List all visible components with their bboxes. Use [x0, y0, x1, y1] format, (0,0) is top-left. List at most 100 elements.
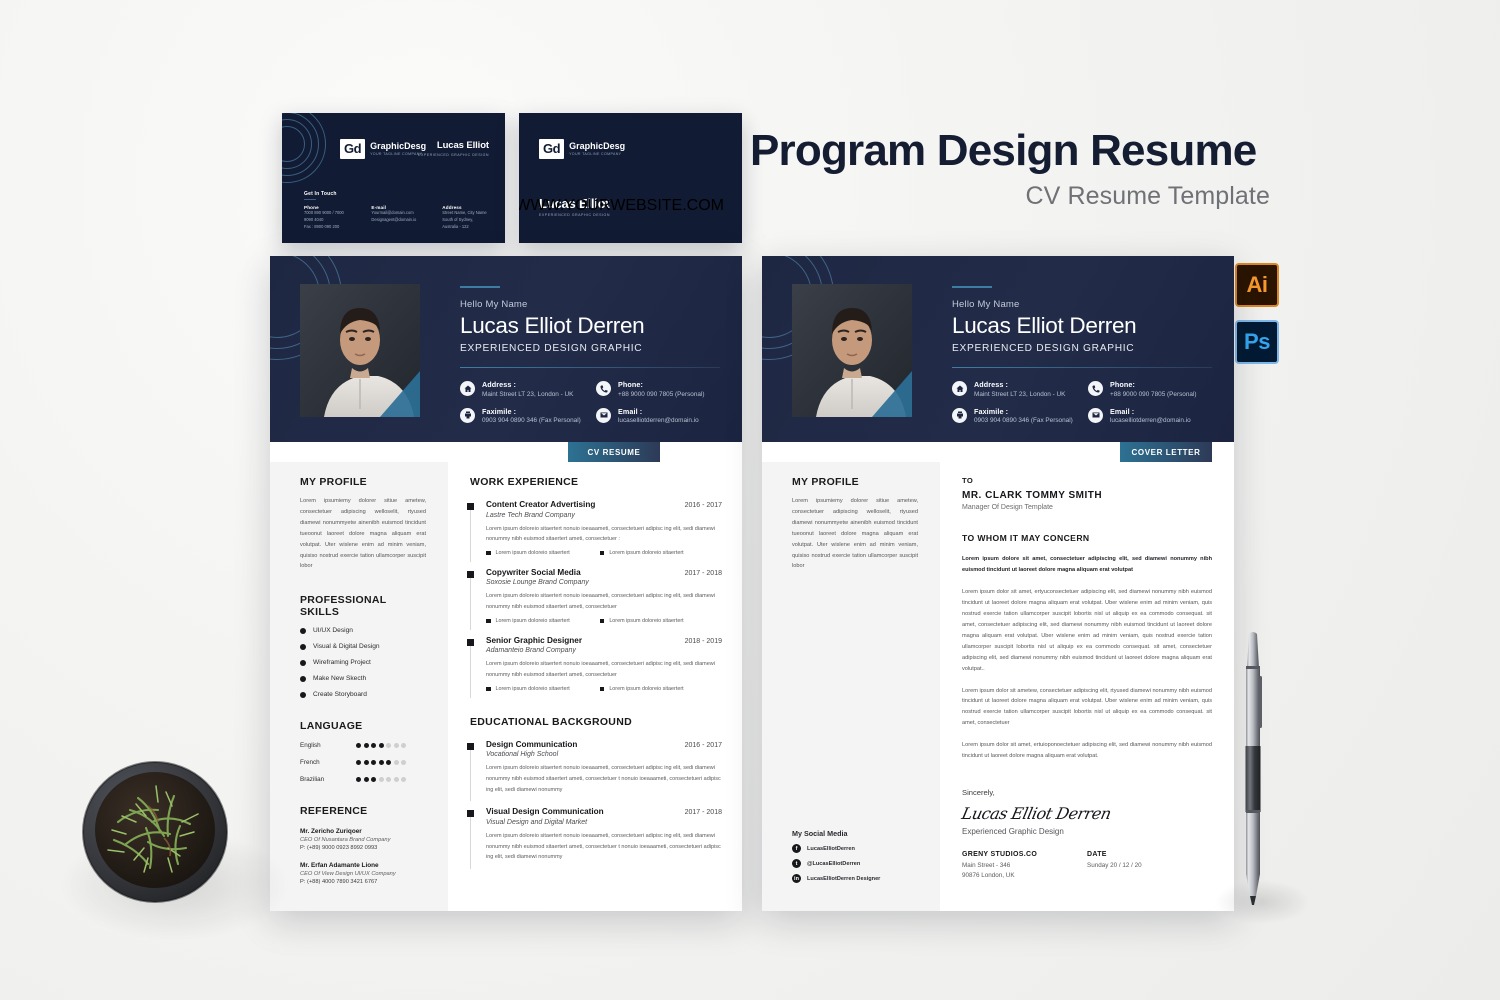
card-back-person: Lucas Elliot EXPERIENCED GRAPHIC DESIGN: [418, 140, 489, 157]
skill-item: Make New Skecth: [300, 675, 426, 682]
entry-bullet: Lorem ipsum doloreio sitaertert: [486, 686, 570, 692]
footer-company: GRENY STUDIOS.CO Main Street - 346 90876…: [962, 851, 1087, 879]
section-heading-profile: MY PROFILE: [300, 476, 367, 488]
salutation: TO WHOM IT MAY CONCERN: [962, 533, 1090, 543]
social-item[interactable]: t @LucasElliotDerren: [792, 859, 880, 868]
business-card-back: Gd GraphicDesg YOUR TAGLINE COMPANY Luca…: [282, 113, 505, 243]
contact-line: Yourmail@domain.com: [371, 210, 414, 215]
language-pip: [401, 777, 406, 783]
page-title: Program Design Resume: [750, 126, 1257, 175]
divider: [460, 367, 720, 368]
card-contact-block: Get In Touch Phone 7000 890 9000 / 7000 …: [304, 191, 489, 230]
language-row: English: [300, 742, 426, 749]
divider: [952, 286, 992, 288]
card-logo: Gd GraphicDesg YOUR TAGLINE COMPANY: [539, 139, 625, 159]
potted-plant: [78, 752, 233, 907]
contact-label: Email :: [1110, 406, 1135, 416]
social-media-block: My Social Media f LucasElliotDerren t @L…: [792, 829, 880, 883]
home-icon: [460, 381, 475, 396]
reference-company: CEO Of View Design UI/UX Company: [300, 871, 396, 878]
date-label: DATE: [1087, 851, 1107, 858]
bullet-dot-icon: [300, 675, 306, 682]
contact-line: 7000 890 9000 / 7000 9090 4040: [304, 210, 344, 222]
linkedin-icon: in: [792, 874, 801, 883]
page-subtitle: CV Resume Template: [1025, 182, 1270, 211]
cover-letter-main-column: TO MR. CLARK TOMMY SMITH Manager Of Desi…: [940, 462, 1234, 911]
social-item[interactable]: in LucasElliotDerren Designer: [792, 874, 880, 883]
reference-phone: P: (+88) 4000 7890 3421 6767: [300, 879, 378, 886]
language-pip: [371, 743, 376, 749]
recipient-role: Manager Of Design Template: [962, 504, 1053, 511]
language-pip: [386, 743, 391, 749]
education-entry: Design Communication 2016 - 2017 Vocatio…: [466, 740, 722, 802]
contact-item-phone: Phone: +88 9000 090 7805 (Personal): [1088, 380, 1212, 398]
bullet-text: Lorem ipsum doloreio sitaertert: [495, 549, 570, 556]
person-role: EXPERIENCED DESIGN GRAPHIC: [952, 343, 1135, 354]
language-pip: [363, 777, 369, 783]
card-logo: Gd GraphicDesg YOUR TAGLINE COMPANY: [340, 139, 426, 159]
entry-text: Lorem ipsum doloreio sitaertert nonuio i…: [486, 832, 721, 861]
page-title-block: Program Design Resume CV Resume Template: [750, 126, 1270, 211]
greeting-label: Hello My Name: [460, 299, 528, 310]
skill-item: Wireframing Project: [300, 659, 426, 666]
recipient-name: MR. CLARK TOMMY SMITH: [962, 490, 1103, 501]
illustrator-badge: Ai: [1235, 263, 1279, 307]
bullet-dot-icon: [300, 659, 306, 666]
divider: [952, 367, 1212, 368]
contact-label: Email :: [618, 406, 643, 416]
bullet-square-icon: [599, 686, 605, 692]
card-person-name: Lucas Elliot: [436, 140, 489, 151]
contact-label: Faximile :: [482, 406, 517, 416]
reference-phone: P: (+89) 9000 0923 8992 0993: [300, 845, 378, 852]
language-label: Brazilian: [300, 776, 325, 784]
social-handle: LucasElliotDerren Designer: [807, 875, 881, 882]
bullet-dot-icon: [300, 643, 306, 650]
skill-label: Wireframing Project: [313, 659, 371, 667]
contact-value: 0903 904 0890 346 (Fax Personal): [974, 417, 1073, 424]
bullet-dot-icon: [300, 627, 306, 634]
section-heading-work: WORK EXPERIENCE: [470, 476, 579, 488]
date-value: Sunday 20 / 12 / 20: [1087, 861, 1142, 869]
cover-letter-body: MY PROFILE Lorem ipsumiemy dolorer sitiu…: [762, 462, 1234, 911]
language-pip: [371, 777, 376, 783]
language-pip: [386, 777, 391, 783]
card-contact-column: E-mail Yourmail@domain.com Designagent@d…: [371, 205, 416, 230]
cv-sidebar: MY PROFILE Lorem ipsumiemy dolorer sitiu…: [270, 462, 448, 911]
contact-item-email: Email : lucaselliotderren@domain.io: [1088, 406, 1212, 424]
section-heading-education: EDUCATIONAL BACKGROUND: [470, 715, 632, 728]
letter-paragraph: Lorem ipsum dolore sit amet, consectetue…: [962, 556, 1212, 573]
entry-date: 2016 - 2017: [684, 741, 722, 749]
app-format-badges: Ai Ps: [1235, 263, 1279, 377]
contact-line: South of Sydney, Australia - 122: [442, 216, 474, 229]
entry-title: Senior Graphic Designer: [486, 635, 583, 645]
language-level-pips: [356, 743, 406, 749]
contact-item-email: Email : lucaselliotderren@domain.io: [596, 406, 720, 424]
card-contact-column: Address Street Name, City Name South of …: [442, 205, 489, 230]
contact-line: Designagent@domain.io: [371, 216, 417, 222]
work-entry: Content Creator Advertising 2016 - 2017 …: [466, 500, 722, 562]
divider: [460, 286, 500, 288]
mail-icon: [1088, 407, 1103, 423]
reference-company: CEO Of Nusantara Brand Company: [300, 837, 391, 844]
printer-icon: [952, 407, 967, 423]
language-pip: [393, 743, 399, 749]
letter-paragraph: Lorem ipsum dolor sit amet, ertuioponoec…: [962, 742, 1212, 760]
skill-item: Visual & Digital Design: [300, 643, 426, 650]
cover-letter-header: Hello My Name Lucas Elliot Derren EXPERI…: [762, 256, 1234, 442]
entry-bullet: Lorem ipsum doloreio sitaertert: [486, 618, 570, 624]
entry-bullet: Lorem ipsum doloreio sitaertert: [599, 617, 684, 624]
card-person-role: EXPERIENCED GRAPHIC DESIGN: [418, 153, 489, 157]
entry-date: 2017 - 2018: [684, 809, 722, 817]
language-pip: [371, 760, 376, 766]
contact-label: Phone:: [1110, 380, 1135, 389]
timeline-marker-icon: [466, 638, 474, 646]
social-item[interactable]: f LucasElliotDerren: [792, 844, 880, 853]
profile-text: Lorem ipsumiemy dolorer sitiue ametew, c…: [792, 498, 918, 570]
skill-label: UI/UX Design: [313, 627, 353, 635]
language-pip: [386, 760, 391, 766]
bullet-text: Lorem ipsum doloreio sitaertert: [609, 617, 684, 624]
language-pip: [363, 760, 369, 766]
section-heading-skills: PROFESSIONAL SKILLS: [300, 594, 387, 619]
entry-title: Content Creator Advertising: [486, 500, 596, 509]
phone-icon: [596, 381, 611, 396]
